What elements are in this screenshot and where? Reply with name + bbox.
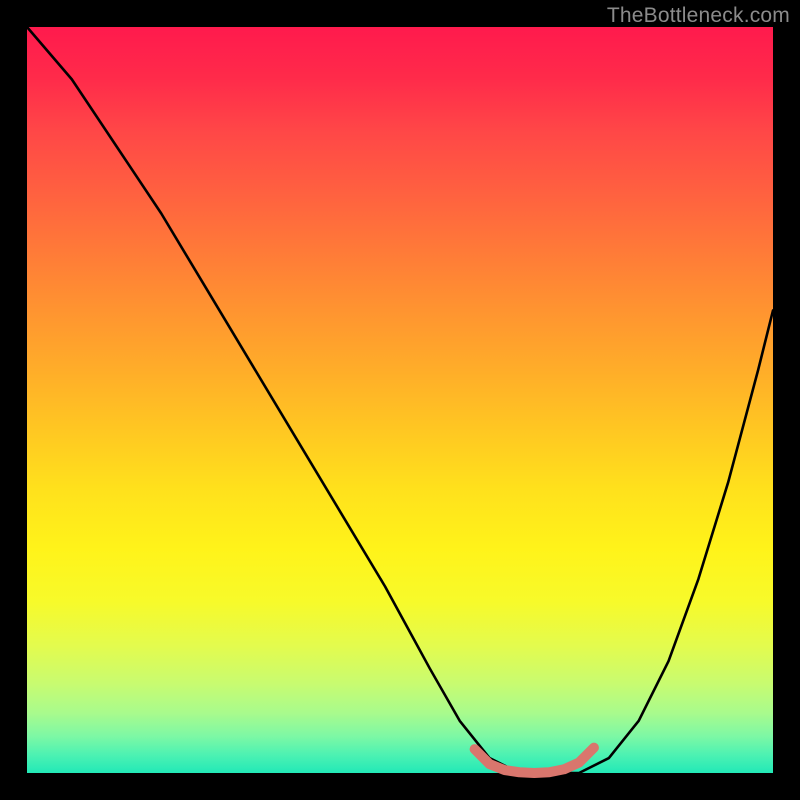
chart-frame: TheBottleneck.com	[0, 0, 800, 800]
optimal-plateau	[475, 748, 594, 773]
bottleneck-curve	[27, 27, 773, 773]
attribution-text: TheBottleneck.com	[607, 4, 790, 28]
plot-area	[27, 27, 773, 773]
curve-layer	[27, 27, 773, 773]
